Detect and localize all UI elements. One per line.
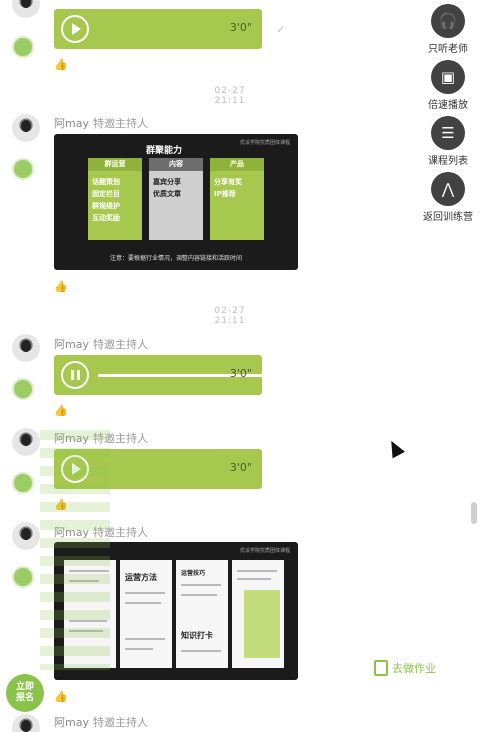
column-item: 优质文章 <box>153 190 181 198</box>
side-menu-teacher-only[interactable]: 🎧 只听老师 <box>420 4 476 55</box>
side-menu-label: 返回训练营 <box>423 212 473 223</box>
slide-image[interactable]: 群聚能力 优设学院优质团体课程 群运营 话题策划 固定栏目 群规维护 互动奖励 … <box>54 134 298 270</box>
like-button[interactable]: 👍 <box>54 690 68 703</box>
homework-label: 去做作业 <box>392 662 436 675</box>
column-item: 群规维护 <box>92 202 120 210</box>
voice-message[interactable]: 3'0" <box>54 355 274 395</box>
slide-title: 群聚能力 <box>146 146 183 156</box>
homework-button[interactable]: 去做作业 <box>374 660 436 676</box>
avatar[interactable] <box>12 0 40 18</box>
timestamp: 02-27 21:11 <box>214 86 246 106</box>
column-item: 分享有奖 <box>214 178 242 186</box>
doc-page: 运营方法 <box>120 560 172 668</box>
avatar[interactable] <box>12 714 40 732</box>
sender-name: 阿may 特邀主持人 <box>54 714 148 730</box>
homework-icon <box>374 660 388 676</box>
voice-message[interactable]: 3'0" <box>54 9 262 49</box>
avatar[interactable] <box>12 522 40 550</box>
sender-name: 阿may 特邀主持人 <box>54 336 148 352</box>
voice-duration: 3'0" <box>229 367 252 380</box>
side-menu-label: 课程列表 <box>428 156 468 167</box>
column-item: IP推荐 <box>214 190 236 198</box>
like-button[interactable]: 👍 <box>54 404 68 417</box>
like-button[interactable]: 👍 <box>54 58 68 71</box>
side-menu-label: 只听老师 <box>428 44 468 55</box>
highlight-block <box>244 590 280 658</box>
slide-note: 注意：要根据行业情况，调整内容链接和活跃时间 <box>109 255 242 262</box>
level-badge <box>12 472 34 494</box>
voice-duration: 3'0" <box>229 461 252 474</box>
slide-column: 产品 分享有奖 IP推荐 <box>210 158 264 240</box>
avatar[interactable] <box>12 114 40 142</box>
column-item: 互动奖励 <box>92 214 120 222</box>
level-badge <box>12 566 34 588</box>
level-badge <box>12 378 34 400</box>
pause-button[interactable] <box>61 361 89 389</box>
doc-page-title: 知识打卡 <box>181 631 213 640</box>
pause-icon <box>70 370 80 380</box>
watermark <box>40 430 110 670</box>
like-button[interactable]: 👍 <box>54 280 68 293</box>
slide-logo: 优设学院优质团体课程 <box>240 140 291 146</box>
slide-column: 群运营 话题策划 固定栏目 群规维护 互动奖励 <box>88 158 142 240</box>
headphones-icon: 🎧 <box>431 4 465 38</box>
doc-page-title: 运营技巧 <box>181 570 206 577</box>
side-menu-back-camp[interactable]: ⋀ 返回训练营 <box>420 172 476 223</box>
sender-role: 特邀主持人 <box>92 338 148 351</box>
side-menu-course-list[interactable]: ☰ 课程列表 <box>420 116 476 167</box>
column-head: 群运营 <box>88 158 142 171</box>
sender-nick: 阿may <box>54 338 89 351</box>
doc-page-title: 运营方法 <box>125 573 157 582</box>
side-menu-label: 倍速播放 <box>428 100 468 111</box>
mouse-cursor <box>385 437 405 459</box>
avatar[interactable] <box>12 334 40 362</box>
level-badge <box>12 36 34 58</box>
avatar[interactable] <box>12 428 40 456</box>
frame-icon: ▣ <box>431 60 465 94</box>
level-badge <box>12 158 34 180</box>
column-item: 嘉宾分享 <box>153 178 181 186</box>
sender-role: 特邀主持人 <box>92 117 148 130</box>
column-item: 固定栏目 <box>92 190 120 198</box>
list-icon: ☰ <box>431 116 465 150</box>
back-icon: ⋀ <box>431 172 465 206</box>
play-button[interactable] <box>61 15 89 43</box>
sender-nick: 阿may <box>54 716 89 729</box>
voice-duration: 3'0" <box>229 21 252 34</box>
column-head: 产品 <box>210 158 264 171</box>
column-item: 话题策划 <box>92 178 120 186</box>
doc-page <box>232 560 284 668</box>
slide-logo: 优设学院优质团体课程 <box>240 548 291 554</box>
slide-column: 内容 嘉宾分享 优质文章 <box>149 158 203 240</box>
doc-page: 运营技巧 知识打卡 <box>176 560 228 668</box>
sender-role: 特邀主持人 <box>92 716 148 729</box>
sender-name: 阿may 特邀主持人 <box>54 115 148 131</box>
sender-nick: 阿may <box>54 117 89 130</box>
side-menu-speed[interactable]: ▣ 倍速播放 <box>420 60 476 111</box>
read-check-icon: ✓ <box>276 22 287 36</box>
timestamp: 02-27 21:11 <box>214 306 246 326</box>
column-head: 内容 <box>149 158 203 171</box>
progress-knob[interactable] <box>261 371 271 380</box>
play-icon <box>72 23 81 35</box>
scrollbar-handle[interactable] <box>471 502 477 524</box>
signup-badge[interactable]: 立即 报名 <box>6 674 44 712</box>
